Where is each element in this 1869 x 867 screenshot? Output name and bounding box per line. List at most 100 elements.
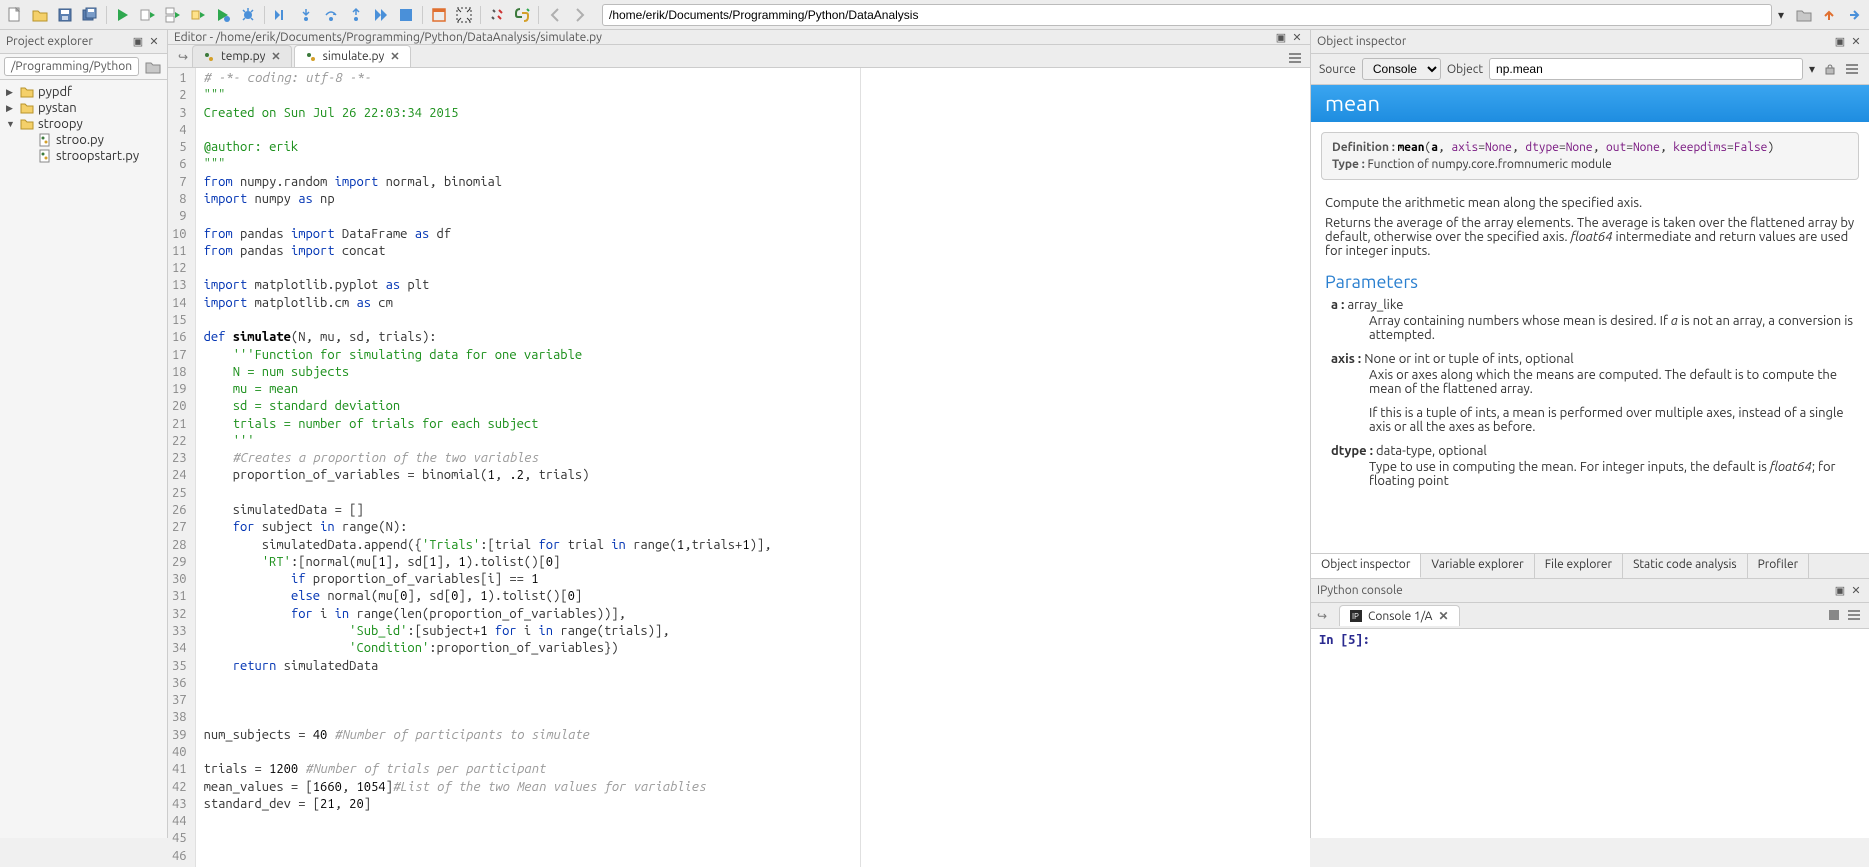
object-input[interactable] [1489, 58, 1803, 80]
back-icon[interactable] [544, 4, 566, 26]
new-file-icon[interactable] [4, 4, 26, 26]
doc-container[interactable]: mean Definition : mean(a, axis=None, dty… [1311, 85, 1869, 553]
undock-icon[interactable]: ▣ [131, 35, 145, 49]
tab-close-icon[interactable]: ✕ [271, 50, 280, 63]
undock-icon[interactable]: ▣ [1274, 30, 1288, 44]
inspector-lock-icon[interactable] [1821, 60, 1839, 78]
editor-tabs: ↪ temp.py ✕ simulate.py ✕ [168, 45, 1310, 68]
close-pane-icon[interactable]: ✕ [1290, 30, 1304, 44]
run-last-icon[interactable] [212, 4, 234, 26]
cwd-dropdown-icon[interactable]: ▾ [1772, 8, 1790, 22]
console-body[interactable]: In [5]: [1311, 629, 1869, 838]
browse-folder-icon[interactable] [1793, 4, 1815, 26]
undock-icon[interactable]: ▣ [1833, 35, 1847, 49]
toolbar-separator [106, 6, 107, 24]
run-selection-icon[interactable] [187, 4, 209, 26]
debug-stop-icon[interactable] [395, 4, 417, 26]
run-icon[interactable] [112, 4, 134, 26]
tree-folder-pystan[interactable]: ▶pystan [6, 100, 161, 116]
tree-folder-pypdf[interactable]: ▶pypdf [6, 84, 161, 100]
object-dropdown-icon[interactable]: ▾ [1809, 62, 1815, 76]
console-stop-icon[interactable] [1827, 608, 1843, 624]
console-title: IPython console [1317, 584, 1403, 597]
tree-folder-stroopy[interactable]: ▼stroopy [6, 116, 161, 132]
working-directory-input[interactable] [602, 4, 1772, 26]
tab-close-icon[interactable]: ✕ [1438, 609, 1448, 623]
inspector-options-icon[interactable] [1843, 60, 1861, 78]
console-history-icon[interactable]: ↪ [1317, 609, 1335, 623]
inspector-toolbar: Source Console Object ▾ [1311, 54, 1869, 85]
tab-temp[interactable]: temp.py ✕ [192, 45, 292, 67]
editor-header: Editor - /home/erik/Documents/Programmin… [168, 30, 1310, 45]
editor-title: Editor - /home/erik/Documents/Programmin… [174, 31, 602, 44]
parent-folder-icon[interactable] [1818, 4, 1840, 26]
doc-body: Compute the arithmetic mean along the sp… [1311, 186, 1869, 508]
code-content[interactable]: # -*- coding: utf-8 -*-"""Created on Sun… [196, 68, 780, 867]
python-file-icon [38, 149, 52, 163]
folder-icon [20, 101, 34, 115]
tab-file-explorer[interactable]: File explorer [1535, 554, 1623, 578]
tab-static-code-analysis[interactable]: Static code analysis [1623, 554, 1748, 578]
console-tab-1a[interactable]: IP Console 1/A ✕ [1339, 605, 1460, 626]
preferences-icon[interactable] [486, 4, 508, 26]
run-cell-icon[interactable] [137, 4, 159, 26]
code-editor[interactable]: 1234567891011121314151617181920212223242… [168, 68, 1310, 867]
tab-object-inspector[interactable]: Object inspector [1311, 554, 1421, 578]
close-pane-icon[interactable]: ✕ [1849, 35, 1863, 49]
python-file-icon [203, 51, 215, 63]
edge-line [860, 68, 861, 867]
debug-step-out-icon[interactable] [345, 4, 367, 26]
explorer-path-input[interactable]: /Programming/Python [4, 57, 139, 76]
folder-icon [20, 117, 34, 131]
svg-text:IP: IP [1352, 612, 1359, 621]
close-pane-icon[interactable]: ✕ [147, 35, 161, 49]
tree-file-stroopstart[interactable]: stroopstart.py [24, 148, 161, 164]
close-pane-icon[interactable]: ✕ [1849, 584, 1863, 598]
set-as-cwd-icon[interactable] [1843, 4, 1865, 26]
debug-step-into-icon[interactable] [295, 4, 317, 26]
console-options-icon[interactable] [1847, 608, 1863, 624]
console-header: IPython console ▣ ✕ [1311, 579, 1869, 603]
debug-icon[interactable] [237, 4, 259, 26]
run-cell-advance-icon[interactable] [162, 4, 184, 26]
tab-history-icon[interactable]: ↪ [174, 47, 192, 67]
type-label: Type : [1332, 158, 1365, 171]
toolbar-separator [480, 6, 481, 24]
tree-label: stroopstart.py [56, 149, 139, 163]
source-select[interactable]: Console [1362, 58, 1441, 80]
inspector-header: Object inspector ▣ ✕ [1311, 30, 1869, 54]
save-icon[interactable] [54, 4, 76, 26]
tab-simulate[interactable]: simulate.py ✕ [294, 45, 411, 67]
undock-icon[interactable]: ▣ [1833, 584, 1847, 598]
line-gutter: 1234567891011121314151617181920212223242… [168, 68, 196, 867]
explorer-title: Project explorer [6, 35, 93, 48]
fullscreen-icon[interactable] [453, 4, 475, 26]
inspector-bottom-tabs: Object inspector Variable explorer File … [1311, 553, 1869, 578]
working-directory: ▾ [602, 4, 1790, 26]
tab-profiler[interactable]: Profiler [1748, 554, 1810, 578]
tree-label: stroo.py [56, 133, 104, 147]
tab-label: simulate.py [323, 50, 385, 63]
editor-options-icon[interactable] [1288, 51, 1304, 67]
toolbar-separator [264, 6, 265, 24]
console-prompt: In [5]: [1319, 633, 1861, 647]
object-label: Object [1447, 63, 1483, 76]
tab-close-icon[interactable]: ✕ [390, 50, 399, 63]
console-tab-label: Console 1/A [1368, 610, 1432, 623]
main-toolbar: ▾ [0, 0, 1869, 30]
tab-label: temp.py [221, 50, 265, 63]
debug-step-over-icon[interactable] [320, 4, 342, 26]
save-all-icon[interactable] [79, 4, 101, 26]
debug-step-icon[interactable] [270, 4, 292, 26]
maximize-icon[interactable] [428, 4, 450, 26]
pythonpath-icon[interactable] [511, 4, 533, 26]
console-tabs: ↪ IP Console 1/A ✕ [1311, 603, 1869, 629]
param-a: a : array_like Array containing numbers … [1331, 298, 1855, 342]
debug-continue-icon[interactable] [370, 4, 392, 26]
explorer-browse-icon[interactable] [143, 57, 163, 77]
forward-icon[interactable] [569, 4, 591, 26]
open-file-icon[interactable] [29, 4, 51, 26]
tab-variable-explorer[interactable]: Variable explorer [1421, 554, 1534, 578]
doc-description: Returns the average of the array element… [1325, 216, 1855, 258]
tree-file-stroo[interactable]: stroo.py [24, 132, 161, 148]
